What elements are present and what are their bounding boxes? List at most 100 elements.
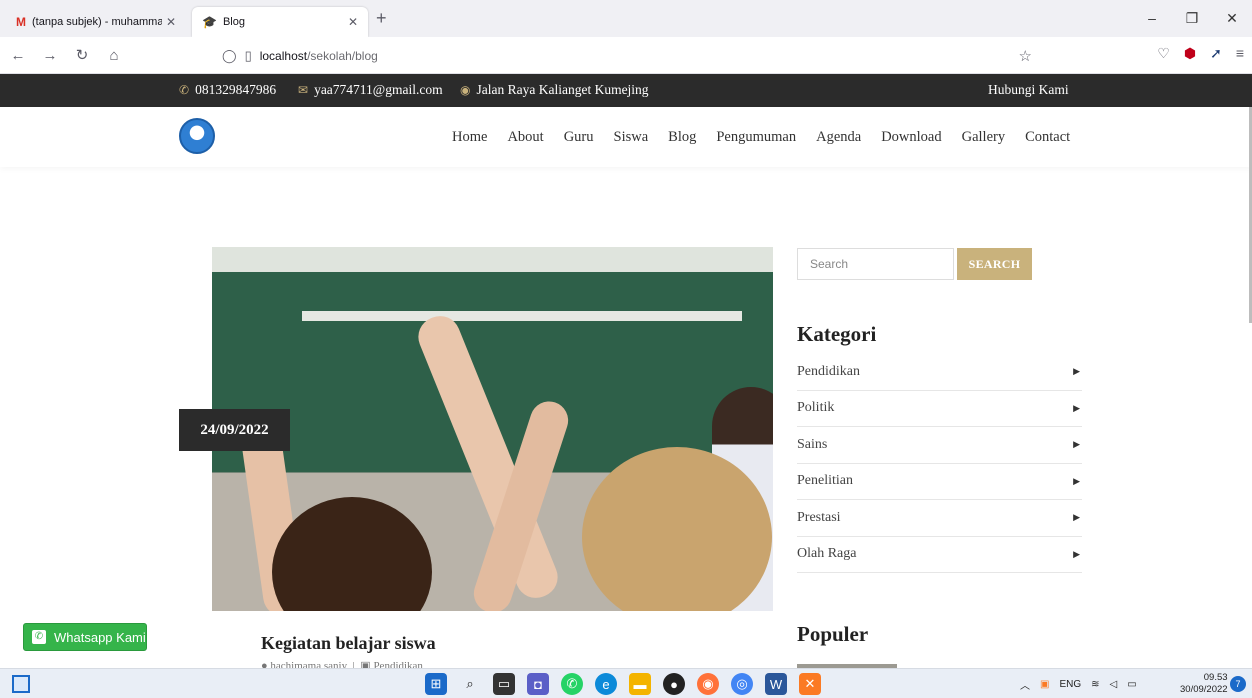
battery-icon[interactable]: ▭ <box>1127 679 1136 690</box>
word-icon[interactable]: W <box>765 673 787 695</box>
post-meta: ● hachimama saniy | ▣ Pendidikan <box>261 659 423 668</box>
category-label: Penelitian <box>797 473 853 489</box>
whatsapp-button[interactable]: ✆ Whatsapp Kami <box>23 623 147 651</box>
whatsapp-app-icon[interactable]: ✆ <box>561 673 583 695</box>
extensions-area: ♡ ⬢ ➚ ≡ <box>1157 45 1244 62</box>
caret-right-icon: ▶ <box>1073 402 1080 413</box>
whatsapp-label: Whatsapp Kami <box>54 629 146 645</box>
category-item[interactable]: Penelitian ▶ <box>797 464 1082 500</box>
edge-icon[interactable]: e <box>595 673 617 695</box>
nav-gallery[interactable]: Gallery <box>962 129 1005 146</box>
populer-title: Populer <box>797 622 869 646</box>
chevron-up-icon[interactable]: ︿ <box>1020 677 1030 692</box>
nav-siswa[interactable]: Siswa <box>614 129 649 146</box>
url-path: /sekolah/blog <box>307 48 378 63</box>
category-item[interactable]: Sains ▶ <box>797 427 1082 464</box>
home-icon[interactable]: ⌂ <box>100 47 128 64</box>
reload-icon[interactable]: ↻ <box>68 46 96 64</box>
site-logo[interactable] <box>179 118 215 154</box>
caret-right-icon: ▶ <box>1073 548 1080 559</box>
close-tab-icon[interactable]: ✕ <box>348 15 358 29</box>
post-author[interactable]: hachimama saniy <box>270 660 347 668</box>
nav-download[interactable]: Download <box>881 129 941 146</box>
phone-info: ✆ 081329847986 <box>179 82 276 98</box>
phone-icon: ✆ <box>179 82 190 97</box>
media-player-icon[interactable]: ● <box>663 673 685 695</box>
file-explorer-icon[interactable]: ▬ <box>629 673 651 695</box>
url-host: localhost <box>259 48 308 63</box>
ublock-icon[interactable]: ⬢ <box>1184 45 1196 62</box>
volume-icon[interactable]: ◁ <box>1110 679 1118 690</box>
post-date-badge: 24/09/2022 <box>179 409 290 451</box>
widgets-icon[interactable] <box>12 675 30 693</box>
browser-tab-blog[interactable]: 🎓 Blog ✕ <box>192 7 368 37</box>
menu-icon[interactable]: ≡ <box>1236 45 1244 62</box>
chat-icon[interactable]: ◘ <box>527 673 549 695</box>
chrome-icon[interactable]: ◎ <box>731 673 753 695</box>
close-window-icon[interactable]: ✕ <box>1212 0 1252 37</box>
close-tab-icon[interactable]: ✕ <box>166 15 176 29</box>
language-indicator[interactable]: ENG <box>1059 679 1081 690</box>
system-tray: ︿ ▣ ENG ≋ ◁ ▭ <box>1020 677 1137 692</box>
location-pin-icon: ◉ <box>460 82 471 97</box>
contact-us-link[interactable]: Hubungi Kami <box>988 82 1069 98</box>
nav-home[interactable]: Home <box>452 129 487 146</box>
category-label: Olah Raga <box>797 546 857 562</box>
caret-right-icon: ▶ <box>1073 439 1080 450</box>
restore-icon[interactable]: ❐ <box>1172 0 1212 37</box>
nav-guru[interactable]: Guru <box>564 129 594 146</box>
kategori-title: Kategori <box>797 322 877 346</box>
xampp-icon[interactable]: ✕ <box>799 673 821 695</box>
popular-post-title[interactable] <box>918 660 1028 668</box>
category-item[interactable]: Pendidikan ▶ <box>797 354 1082 391</box>
search-button[interactable]: SEARCH <box>957 248 1032 280</box>
post-title[interactable]: Kegiatan belajar siswa <box>261 633 436 654</box>
search-icon[interactable]: ⌕ <box>459 673 481 695</box>
notification-badge[interactable]: 7 <box>1230 676 1246 692</box>
task-view-icon[interactable]: ▭ <box>493 673 515 695</box>
mail-icon: ✉ <box>298 82 309 97</box>
nav-pengumuman[interactable]: Pengumuman <box>716 129 796 146</box>
category-label: Prestasi <box>797 509 841 525</box>
nav-blog[interactable]: Blog <box>668 129 696 146</box>
caret-right-icon: ▶ <box>1073 512 1080 523</box>
forward-arrow-icon[interactable]: → <box>36 47 64 64</box>
caret-right-icon: ▶ <box>1073 475 1080 486</box>
browser-tab-bar: M (tanpa subjek) - muhammad18 ✕ 🎓 Blog ✕… <box>0 0 1252 37</box>
category-item[interactable]: Politik ▶ <box>797 391 1082 427</box>
browser-tab-gmail[interactable]: M (tanpa subjek) - muhammad18 ✕ <box>6 7 186 37</box>
whatsapp-icon: ✆ <box>32 630 46 644</box>
caret-right-icon: ▶ <box>1073 366 1080 377</box>
minimize-icon[interactable]: – <box>1132 0 1172 37</box>
category-item[interactable]: Prestasi ▶ <box>797 500 1082 537</box>
browser-navigation-bar: ← → ↻ ⌂ ◯ ▯ localhost /sekolah/blog ☆ ♡ … <box>0 37 1252 74</box>
search-input[interactable]: Search <box>797 248 954 280</box>
category-item[interactable]: Olah Raga ▶ <box>797 537 1082 573</box>
address-info: ◉ Jalan Raya Kalianget Kumejing <box>460 82 649 98</box>
wifi-icon[interactable]: ≋ <box>1091 679 1099 690</box>
student-head <box>272 497 432 611</box>
pocket-icon[interactable]: ♡ <box>1157 45 1170 62</box>
nav-agenda[interactable]: Agenda <box>816 129 861 146</box>
firefox-icon[interactable]: ◉ <box>697 673 719 695</box>
bookmark-star-icon[interactable]: ☆ <box>1019 47 1032 65</box>
taskbar-apps: ⊞ ⌕ ▭ ◘ ✆ e ▬ ● ◉ ◎ W ✕ <box>425 673 821 695</box>
new-tab-button[interactable]: + <box>376 8 387 29</box>
category-list: Pendidikan ▶ Politik ▶ Sains ▶ Penelitia… <box>797 354 1082 573</box>
category-label: Politik <box>797 400 835 416</box>
window-controls: – ❐ ✕ <box>1132 0 1252 37</box>
start-icon[interactable]: ⊞ <box>425 673 447 695</box>
system-clock[interactable]: 09.53 30/09/2022 <box>1180 672 1228 696</box>
extension-icon[interactable]: ➚ <box>1210 45 1222 62</box>
address-bar[interactable]: ◯ ▯ localhost /sekolah/blog ☆ <box>222 41 1032 70</box>
post-featured-image[interactable] <box>212 247 773 611</box>
back-arrow-icon[interactable]: ← <box>4 47 32 64</box>
shield-icon[interactable]: ◯ <box>222 48 237 64</box>
nav-about[interactable]: About <box>507 129 543 146</box>
gmail-icon: M <box>16 15 26 29</box>
xampp-tray-icon[interactable]: ▣ <box>1040 679 1049 690</box>
email-address: yaa774711@gmail.com <box>314 82 443 97</box>
nav-contact[interactable]: Contact <box>1025 129 1070 146</box>
clock-time: 09.53 <box>1203 672 1228 683</box>
post-category[interactable]: Pendidikan <box>373 660 423 668</box>
